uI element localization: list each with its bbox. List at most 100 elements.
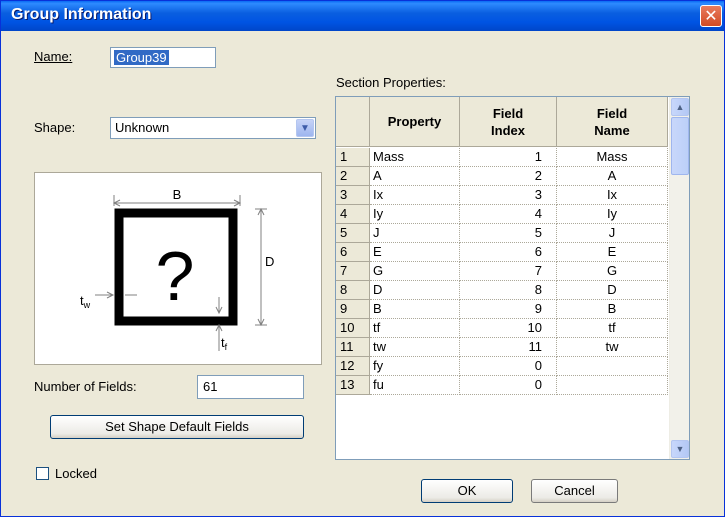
cell-property[interactable]: tw xyxy=(370,338,460,357)
name-field-value: Group39 xyxy=(114,50,169,65)
cell-field-name[interactable]: Ix xyxy=(557,186,668,205)
dim-tw-label: tw xyxy=(80,293,91,310)
cell-field-index[interactable]: 0 xyxy=(460,357,557,376)
cell-field-index[interactable]: 10 xyxy=(460,319,557,338)
table-row[interactable]: 12 fy 0 xyxy=(336,357,668,376)
dim-b-label: B xyxy=(173,187,182,202)
scrollbar-thumb[interactable] xyxy=(671,117,689,175)
row-number: 7 xyxy=(336,262,370,281)
row-number: 3 xyxy=(336,186,370,205)
title-bar[interactable]: Group Information ✕ xyxy=(1,1,724,31)
cell-property[interactable]: A xyxy=(370,167,460,186)
locked-checkbox[interactable] xyxy=(36,467,49,480)
cell-property[interactable]: J xyxy=(370,224,460,243)
row-number: 10 xyxy=(336,319,370,338)
cell-field-index[interactable]: 2 xyxy=(460,167,557,186)
row-number: 1 xyxy=(336,148,370,167)
window-title: Group Information xyxy=(11,6,152,23)
row-number: 8 xyxy=(336,281,370,300)
row-number: 13 xyxy=(336,376,370,395)
name-field[interactable]: Group39 xyxy=(110,47,216,68)
cell-property[interactable]: Mass xyxy=(370,148,460,167)
cell-field-name[interactable]: Iy xyxy=(557,205,668,224)
arrow-up-icon[interactable]: ▲ xyxy=(671,98,689,116)
cell-field-index[interactable]: 9 xyxy=(460,300,557,319)
unknown-shape-symbol: ? xyxy=(156,237,195,315)
table-row[interactable]: 2A2A xyxy=(336,167,668,186)
cell-field-index[interactable]: 0 xyxy=(460,376,557,395)
cell-field-index[interactable]: 4 xyxy=(460,205,557,224)
cell-field-index[interactable]: 7 xyxy=(460,262,557,281)
set-shape-default-fields-button[interactable]: Set Shape Default Fields xyxy=(50,415,304,439)
locked-label: Locked xyxy=(55,466,97,481)
column-header-field-name[interactable]: Field Name xyxy=(557,97,668,147)
number-of-fields-field[interactable]: 61 xyxy=(197,375,304,399)
row-number: 12 xyxy=(336,357,370,376)
section-properties-label: Section Properties: xyxy=(336,75,446,90)
cell-field-name[interactable]: D xyxy=(557,281,668,300)
group-information-dialog: Group Information ✕ Name: Group39 Shape:… xyxy=(0,0,725,517)
cell-property[interactable]: E xyxy=(370,243,460,262)
shape-preview: B ? D tw tf xyxy=(34,172,322,365)
ok-button[interactable]: OK xyxy=(421,479,513,503)
cell-field-name[interactable]: tw xyxy=(557,338,668,357)
table-row[interactable]: 10 tf 10 tf xyxy=(336,319,668,338)
name-label-text: Name: xyxy=(34,49,73,64)
chevron-down-icon[interactable]: ▼ xyxy=(296,119,314,137)
cell-field-name[interactable]: G xyxy=(557,262,668,281)
section-properties-grid[interactable]: Property Field Index Field Name 1 Mass 1 Ma… xyxy=(335,96,690,460)
cell-field-name[interactable] xyxy=(557,376,668,395)
table-row[interactable]: 6E6E xyxy=(336,243,668,262)
row-number: 9 xyxy=(336,300,370,319)
cell-field-index[interactable]: 11 xyxy=(460,338,557,357)
table-row[interactable]: 1 Mass 1 Mass xyxy=(336,148,668,167)
table-row[interactable]: 11 tw 11 tw xyxy=(336,338,668,357)
arrow-down-icon[interactable]: ▼ xyxy=(671,440,689,458)
cell-field-index[interactable]: 3 xyxy=(460,186,557,205)
table-row[interactable]: 4 Iy 4 Iy xyxy=(336,205,668,224)
table-row[interactable]: 5J5J xyxy=(336,224,668,243)
cell-property[interactable]: Ix xyxy=(370,186,460,205)
table-row[interactable]: 8D8D xyxy=(336,281,668,300)
cell-field-name[interactable]: A xyxy=(557,167,668,186)
cell-property[interactable]: fy xyxy=(370,357,460,376)
cell-property[interactable]: tf xyxy=(370,319,460,338)
shape-dropdown[interactable]: Unknown ▼ xyxy=(110,117,316,139)
cell-property[interactable]: fu xyxy=(370,376,460,395)
table-row[interactable]: 7G7G xyxy=(336,262,668,281)
cell-field-name[interactable]: Mass xyxy=(557,148,668,167)
cell-field-index[interactable]: 1 xyxy=(460,148,557,167)
cell-field-name[interactable] xyxy=(557,357,668,376)
column-header-field-index[interactable]: Field Index xyxy=(460,97,557,147)
cell-field-name[interactable]: J xyxy=(557,224,668,243)
table-row[interactable]: 13 fu 0 xyxy=(336,376,668,395)
row-number: 11 xyxy=(336,338,370,357)
name-label: Name: xyxy=(34,49,72,64)
cell-property[interactable]: G xyxy=(370,262,460,281)
close-icon: ✕ xyxy=(704,6,718,25)
table-row[interactable]: 3 Ix 3 Ix xyxy=(336,186,668,205)
cell-property[interactable]: D xyxy=(370,281,460,300)
number-of-fields-value: 61 xyxy=(203,379,218,394)
shape-label: Shape: xyxy=(34,120,76,135)
cell-field-name[interactable]: tf xyxy=(557,319,668,338)
row-number: 6 xyxy=(336,243,370,262)
vertical-scrollbar[interactable]: ▲ ▼ xyxy=(669,97,689,459)
cell-field-name[interactable]: E xyxy=(557,243,668,262)
dim-d-label: D xyxy=(265,254,274,269)
cell-field-index[interactable]: 8 xyxy=(460,281,557,300)
number-of-fields-label: Number of Fields: xyxy=(34,379,137,394)
cell-field-index[interactable]: 5 xyxy=(460,224,557,243)
cell-field-index[interactable]: 6 xyxy=(460,243,557,262)
cancel-button[interactable]: Cancel xyxy=(531,479,618,503)
row-number: 4 xyxy=(336,205,370,224)
close-button[interactable]: ✕ xyxy=(700,5,722,27)
cell-property[interactable]: Iy xyxy=(370,205,460,224)
row-number: 2 xyxy=(336,167,370,186)
row-number: 5 xyxy=(336,224,370,243)
cell-property[interactable]: B xyxy=(370,300,460,319)
cell-field-name[interactable]: B xyxy=(557,300,668,319)
column-header-property[interactable]: Property xyxy=(370,97,460,147)
shape-dropdown-value: Unknown xyxy=(115,120,170,135)
table-row[interactable]: 9B9B xyxy=(336,300,668,319)
